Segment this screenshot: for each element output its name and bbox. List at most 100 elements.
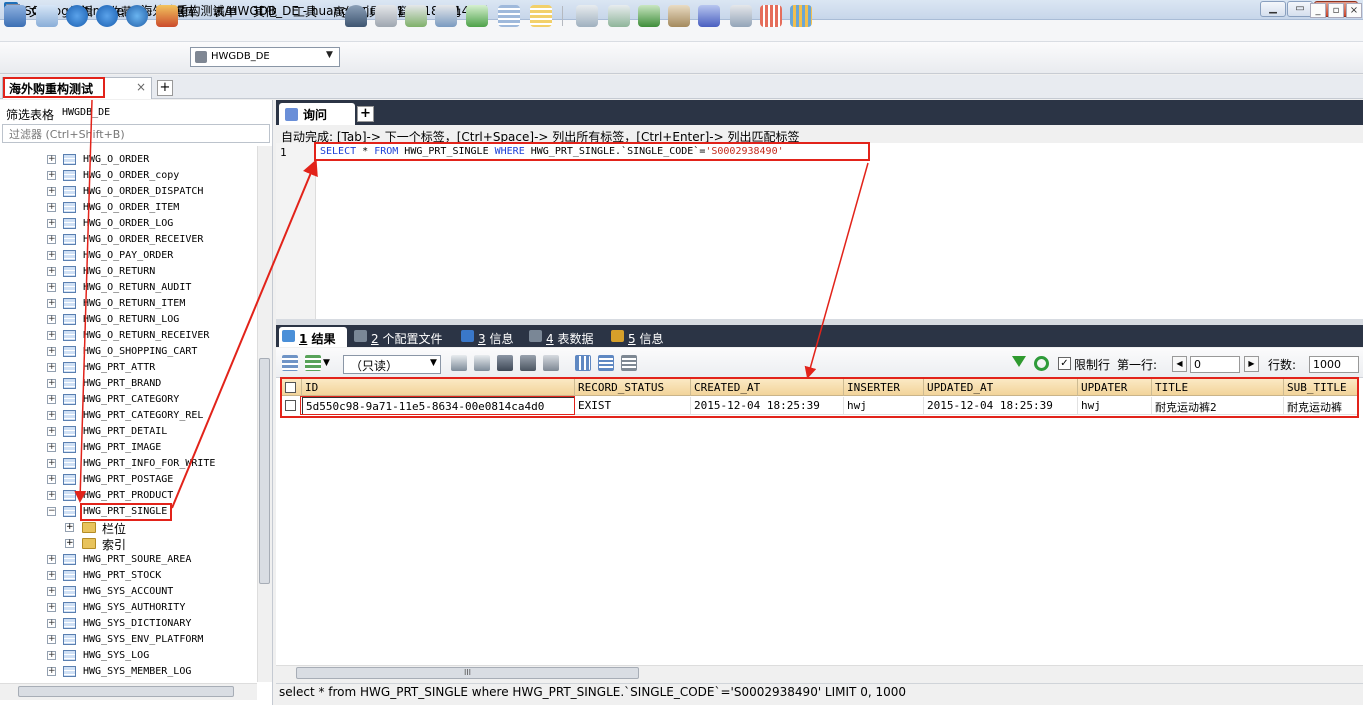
connection-tab-label[interactable]: 海外购重构测试 [9, 80, 93, 97]
expand-icon[interactable]: + [65, 523, 74, 532]
tree-table-item[interactable]: + HWG_PRT_CATEGORY_REL [0, 408, 256, 424]
table-name[interactable]: HWG_SYS_LOG [83, 650, 149, 661]
import-external-icon[interactable] [668, 5, 690, 27]
tree-table-item[interactable]: − HWG_PRT_SINGLE [0, 504, 256, 520]
column-header[interactable]: ID [302, 379, 575, 396]
tree-subitem-label[interactable]: 栏位 [102, 520, 126, 537]
table-name[interactable]: HWG_O_ORDER_LOG [83, 218, 173, 229]
tree-table-item[interactable]: + HWG_O_ORDER_ITEM [0, 200, 256, 216]
result-tab-1[interactable]: 1 结果 [279, 327, 347, 347]
select-all-checkbox[interactable] [285, 382, 296, 393]
tree-table-item[interactable]: + HWG_SYS_AUTHORITY [0, 600, 256, 616]
table-name[interactable]: HWG_PRT_IMAGE [83, 442, 161, 453]
tree-table-item[interactable]: + HWG_PRT_INFO_FOR_WRITE [0, 456, 256, 472]
table-name[interactable]: HWG_PRT_BRAND [83, 378, 161, 389]
table-name[interactable]: HWG_SYS_AUTHORITY [83, 602, 185, 613]
table-cell[interactable]: 耐克运动裤2 [1152, 397, 1284, 415]
table-name[interactable]: HWG_O_PAY_ORDER [83, 250, 173, 261]
expand-icon[interactable]: + [47, 299, 56, 308]
table-name[interactable]: HWG_O_RETURN_AUDIT [83, 282, 191, 293]
expand-icon[interactable]: + [47, 651, 56, 660]
table-data-icon[interactable] [498, 5, 520, 27]
tree-table-item[interactable]: + HWG_O_ORDER_DISPATCH [0, 184, 256, 200]
refresh-icon[interactable] [1034, 356, 1049, 371]
table-name[interactable]: HWG_PRT_STOCK [83, 570, 161, 581]
tree-table-item[interactable]: + HWG_O_ORDER_LOG [0, 216, 256, 232]
expand-icon[interactable]: + [47, 635, 56, 644]
expand-icon[interactable]: + [47, 283, 56, 292]
expand-icon[interactable]: + [47, 619, 56, 628]
tree-table-item[interactable]: + HWG_SYS_DICTIONARY [0, 616, 256, 632]
chevron-down-icon[interactable]: ▼ [430, 358, 437, 368]
table-name[interactable]: HWG_PRT_DETAIL [83, 426, 167, 437]
add-connection-tab-button[interactable]: + [157, 80, 173, 96]
menu-other[interactable]: 其他 [253, 3, 277, 20]
insert-row-icon[interactable] [451, 355, 467, 371]
grid-hscroll-thumb[interactable]: III [296, 667, 639, 679]
tree-table-item[interactable]: + HWG_O_ORDER_copy [0, 168, 256, 184]
chevron-down-icon[interactable]: ▼ [323, 358, 330, 368]
tree-table-item[interactable]: + HWG_SYS_LOG [0, 648, 256, 664]
expand-icon[interactable]: + [47, 171, 56, 180]
column-header[interactable]: SUB_TITLE [1284, 379, 1359, 396]
backup-database-icon[interactable] [375, 5, 397, 27]
text-mode-icon[interactable] [621, 355, 637, 371]
filter-input[interactable]: 过滤器 (Ctrl+Shift+B) [2, 124, 270, 143]
result-tab-5[interactable]: 5 信息 [608, 327, 672, 347]
new-connection-icon[interactable] [4, 5, 26, 27]
first-row-input[interactable]: 0 [1190, 356, 1240, 373]
table-name[interactable]: HWG_O_ORDER_DISPATCH [83, 186, 203, 197]
tree-table-item[interactable]: + HWG_O_PAY_ORDER [0, 248, 256, 264]
table-cell[interactable]: EXIST [575, 397, 691, 415]
table-name[interactable]: HWG_O_ORDER_copy [83, 170, 179, 181]
table-name[interactable]: HWG_O_SHOPPING_CART [83, 346, 197, 357]
expand-icon[interactable]: + [47, 331, 56, 340]
tree-table-item[interactable]: + HWG_SYS_ACCOUNT [0, 584, 256, 600]
expand-icon[interactable]: + [47, 475, 56, 484]
menu-tools[interactable]: 工具 [293, 3, 317, 20]
export-icon[interactable] [305, 355, 321, 371]
tree-table-item[interactable]: + HWG_PRT_BRAND [0, 376, 256, 392]
table-name[interactable]: HWG_O_ORDER [83, 154, 149, 165]
tree-subitem[interactable]: + 索引 [0, 536, 256, 552]
table-name[interactable]: HWG_SYS_DICTIONARY [83, 618, 191, 629]
chevron-down-icon[interactable]: ▼ [326, 50, 333, 60]
expand-icon[interactable]: + [47, 251, 56, 260]
tree-table-item[interactable]: + HWG_O_RETURN_LOG [0, 312, 256, 328]
tree-table-item[interactable]: + HWG_PRT_STOCK [0, 568, 256, 584]
scheduled-backup-icon[interactable] [698, 5, 720, 27]
tree-table-item[interactable]: + HWG_PRT_PRODUCT [0, 488, 256, 504]
tree-table-item[interactable]: + HWG_O_RETURN [0, 264, 256, 280]
expand-icon[interactable]: + [47, 491, 56, 500]
column-header[interactable]: RECORD_STATUS [575, 379, 691, 396]
table-name[interactable]: HWG_O_RETURN_RECEIVER [83, 330, 209, 341]
table-name[interactable]: HWG_PRT_PRODUCT [83, 490, 173, 501]
schema-designer-icon[interactable] [530, 5, 552, 27]
table-name[interactable]: HWG_O_ORDER_ITEM [83, 202, 179, 213]
expand-icon[interactable]: + [47, 587, 56, 596]
duplicate-row-icon[interactable] [474, 355, 490, 371]
tree-table-item[interactable]: + HWG_PRT_IMAGE [0, 440, 256, 456]
table-name[interactable]: HWG_O_RETURN_LOG [83, 314, 179, 325]
tree-table-item[interactable]: + HWG_O_ORDER [0, 152, 256, 168]
tree-subitem[interactable]: + 栏位 [0, 520, 256, 536]
table-cell[interactable]: 耐克运动裤 [1284, 397, 1359, 415]
notification-service-icon[interactable] [730, 5, 752, 27]
result-tab-2[interactable]: 2 个配置文件 [351, 327, 451, 347]
expand-icon[interactable]: + [47, 667, 56, 676]
sql-statement[interactable]: SELECT * FROM HWG_PRT_SINGLE WHERE HWG_P… [320, 146, 784, 157]
tree-table-item[interactable]: + HWG_O_SHOPPING_CART [0, 344, 256, 360]
minimize-button[interactable]: ▁ [1260, 1, 1286, 17]
delete-icon[interactable] [520, 355, 536, 371]
previous-page-button[interactable]: ◀ [1172, 356, 1187, 372]
menu-table[interactable]: 表单 [213, 3, 237, 20]
table-name[interactable]: HWG_SYS_ACCOUNT [83, 586, 173, 597]
column-header[interactable]: UPDATED_AT [924, 379, 1078, 396]
table-name[interactable]: HWG_O_RETURN [83, 266, 155, 277]
tree-hscroll-thumb[interactable] [18, 686, 234, 697]
mdi-minimize-button[interactable]: _ [1310, 3, 1326, 18]
expand-icon[interactable]: + [47, 219, 56, 228]
tree-table-item[interactable]: + HWG_PRT_DETAIL [0, 424, 256, 440]
sql-editor[interactable] [276, 143, 1363, 319]
save-icon[interactable] [497, 355, 513, 371]
